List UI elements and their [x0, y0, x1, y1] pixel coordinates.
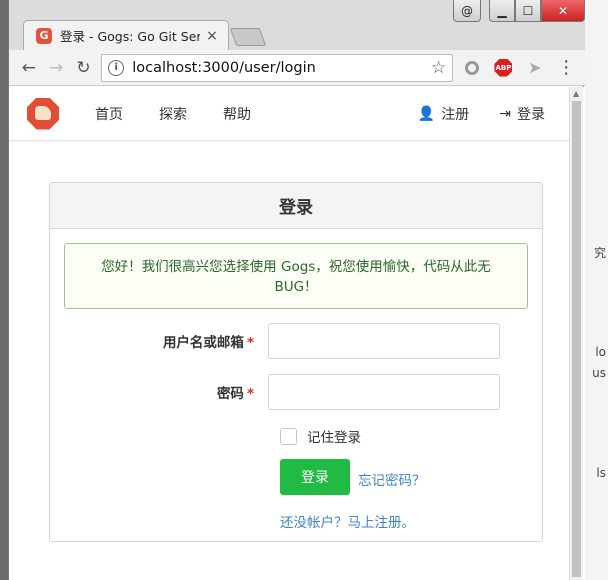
vertical-scrollbar[interactable]: ▲ — [569, 87, 583, 580]
minimize-button[interactable]: ▁ — [489, 0, 515, 22]
browser-tab[interactable]: G 登录 - Gogs: Go Git Ser × — [23, 20, 229, 50]
browser-menu-button[interactable]: ⋮ — [554, 54, 579, 82]
reload-button[interactable]: ↻ — [70, 54, 97, 82]
username-label: 用户名或邮箱 * — [162, 335, 254, 351]
nav-register-label: 注册 — [441, 107, 470, 123]
nav-explore-link[interactable]: 探索 — [159, 104, 187, 124]
nav-login-label: 登录 — [517, 107, 545, 123]
forgot-password-link[interactable]: 忘记密码？ — [358, 469, 426, 489]
new-tab-button[interactable] — [229, 28, 267, 46]
nav-right: 👤 注册 ⇥ 登录 — [388, 87, 545, 141]
kebab-menu-icon: ⋮ — [557, 57, 576, 78]
arrow-right-icon: → — [48, 57, 64, 78]
site-navbar: 首页 探索 帮助 👤 注册 ⇥ 登录 — [9, 87, 571, 141]
profile-button[interactable]: @ — [453, 0, 481, 22]
cursor-icon: ➤ — [528, 58, 542, 77]
cursor-extension-button[interactable]: ➤ — [522, 54, 547, 82]
forward-button[interactable]: → — [42, 54, 69, 82]
page-viewport: 首页 探索 帮助 👤 注册 ⇥ 登录 登录 您好！我们很高兴您选择使用 Gogs… — [9, 87, 585, 580]
window-controls: @ ▁ ☐ ✕ — [453, 0, 585, 22]
checkbox-box[interactable] — [280, 427, 297, 445]
adblock-extension-button[interactable]: ABP — [491, 54, 516, 82]
password-label: 密码 * — [216, 386, 254, 402]
nav-home-link[interactable]: 首页 — [95, 104, 123, 124]
nav-register-link[interactable]: 👤 注册 — [418, 104, 469, 124]
remember-label: 记住登录 — [307, 430, 361, 446]
tab-strip: G 登录 - Gogs: Go Git Ser × @ ▁ ☐ ✕ — [9, 0, 585, 50]
required-mark: * — [246, 335, 254, 351]
signup-link[interactable]: 还没帐户？马上注册。 — [280, 511, 415, 531]
nav-login-link[interactable]: ⇥ 登录 — [499, 104, 545, 124]
desktop-text-fragment: us — [592, 366, 606, 380]
gogs-logo-icon[interactable] — [27, 97, 59, 130]
browser-window: G 登录 - Gogs: Go Git Ser × @ ▁ ☐ ✕ ← → ↻ … — [8, 0, 585, 580]
username-row: 用户名或邮箱 * — [50, 323, 544, 359]
tab-title: 登录 - Gogs: Go Git Ser — [60, 29, 200, 44]
login-header: 登录 — [50, 183, 542, 229]
url-input[interactable] — [132, 59, 431, 76]
remember-checkbox[interactable]: 记住登录 — [280, 426, 361, 446]
ring-extension-icon — [464, 60, 479, 75]
required-mark: * — [246, 386, 254, 402]
user-add-icon: 👤 — [417, 106, 436, 122]
login-button[interactable]: 登录 — [280, 459, 350, 495]
password-input[interactable] — [268, 374, 500, 410]
reload-icon: ↻ — [76, 57, 91, 78]
extension-button[interactable] — [459, 54, 484, 82]
gogs-favicon-icon: G — [36, 27, 52, 44]
back-button[interactable]: ← — [15, 54, 42, 82]
maximize-button[interactable]: ☐ — [515, 0, 541, 22]
flash-message: 您好！我们很高兴您选择使用 Gogs，祝您使用愉快，代码从此无 BUG！ — [64, 243, 528, 309]
adblock-plus-icon: ABP — [494, 58, 513, 77]
nav-help-link[interactable]: 帮助 — [223, 104, 251, 124]
arrow-left-icon: ← — [21, 57, 36, 78]
password-row: 密码 * — [50, 374, 544, 410]
sign-in-icon: ⇥ — [499, 106, 511, 122]
login-form: 登录 您好！我们很高兴您选择使用 Gogs，祝您使用愉快，代码从此无 BUG！ … — [49, 182, 543, 542]
browser-toolbar: ← → ↻ i ☆ ABP ➤ ⋮ — [9, 50, 585, 86]
desktop-text-fragment: 究 — [593, 246, 606, 260]
close-window-button[interactable]: ✕ — [541, 0, 585, 22]
info-icon[interactable]: i — [108, 59, 125, 76]
desktop-text-fragment: lo — [595, 345, 606, 359]
tab-close-icon[interactable]: × — [204, 28, 220, 44]
address-bar[interactable]: i ☆ — [101, 53, 454, 82]
desktop-text-fragment: ls — [596, 466, 606, 480]
bookmark-star-icon[interactable]: ☆ — [431, 58, 446, 78]
username-input[interactable] — [268, 323, 500, 359]
scroll-up-icon[interactable]: ▲ — [573, 89, 579, 98]
scrollbar-thumb[interactable] — [572, 101, 581, 577]
